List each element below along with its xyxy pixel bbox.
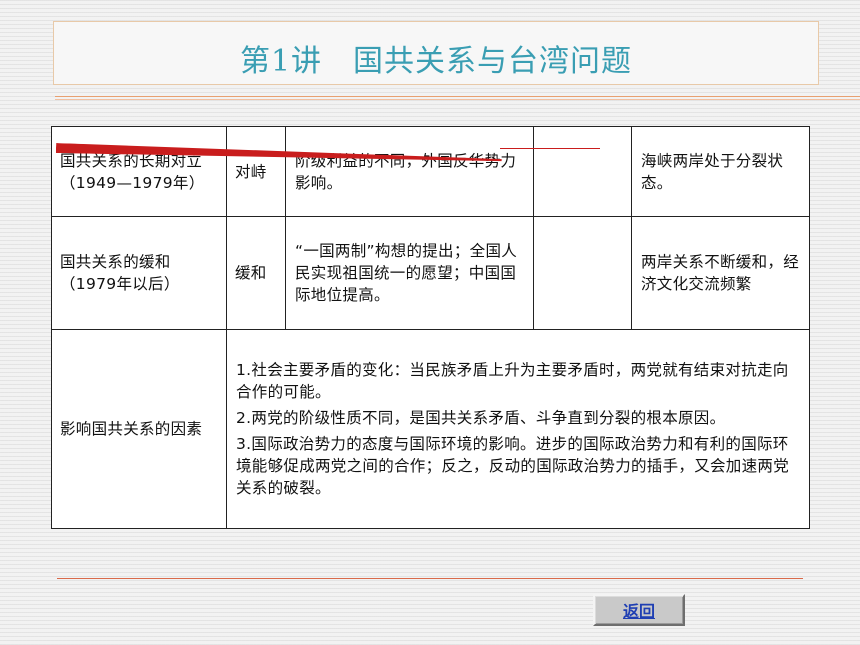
table-row: 国共关系的缓和（1979年以后） 缓和 “一国两制”构想的提出；全国人民实现祖国… [51, 216, 810, 330]
slide-title: 第1讲 国共关系与台湾问题 [239, 44, 633, 79]
header-divider-secondary [55, 99, 860, 100]
row-reason: 阶级利益的不同，外国反华势力影响。 [285, 126, 534, 217]
table-row: 国共关系的长期对立（1949—1979年） 对峙 阶级利益的不同，外国反华势力影… [51, 126, 810, 217]
table-row: 影响国共关系的因素 1.社会主要矛盾的变化：当民族矛盾上升为主要矛盾时，两党就有… [51, 329, 810, 529]
row-characteristic: 缓和 [226, 216, 286, 330]
row-result: 两岸关系不断缓和，经济文化交流频繁 [631, 216, 810, 330]
row-empty-cell [533, 216, 632, 330]
summary-table: 国共关系的长期对立（1949—1979年） 对峙 阶级利益的不同，外国反华势力影… [51, 126, 810, 529]
row-characteristic: 对峙 [226, 126, 286, 217]
factor-item: 1.社会主要矛盾的变化：当民族矛盾上升为主要矛盾时，两党就有结束对抗走向合作的可… [236, 361, 789, 401]
red-annotation-line [500, 148, 600, 149]
factors-label: 影响国共关系的因素 [51, 329, 227, 529]
back-button[interactable]: 返回 [593, 594, 685, 626]
row-empty-cell [533, 126, 632, 217]
back-button-label: 返回 [622, 602, 655, 621]
row-reason: “一国两制”构想的提出；全国人民实现祖国统一的愿望；中国国际地位提高。 [285, 216, 534, 330]
row-topic: 国共关系的缓和（1979年以后） [51, 216, 227, 330]
footer-divider [57, 578, 803, 579]
factors-list: 1.社会主要矛盾的变化：当民族矛盾上升为主要矛盾时，两党就有结束对抗走向合作的可… [226, 329, 810, 529]
row-result: 海峡两岸处于分裂状态。 [631, 126, 810, 217]
header-divider [55, 96, 860, 97]
row-topic: 国共关系的长期对立（1949—1979年） [51, 126, 227, 217]
title-box: 第1讲 国共关系与台湾问题 [53, 21, 819, 85]
factor-item: 3.国际政治势力的态度与国际环境的影响。进步的国际政治势力和有利的国际环境能够促… [236, 435, 790, 497]
factor-item: 2.两党的阶级性质不同，是国共关系矛盾、斗争直到分裂的根本原因。 [236, 409, 726, 427]
